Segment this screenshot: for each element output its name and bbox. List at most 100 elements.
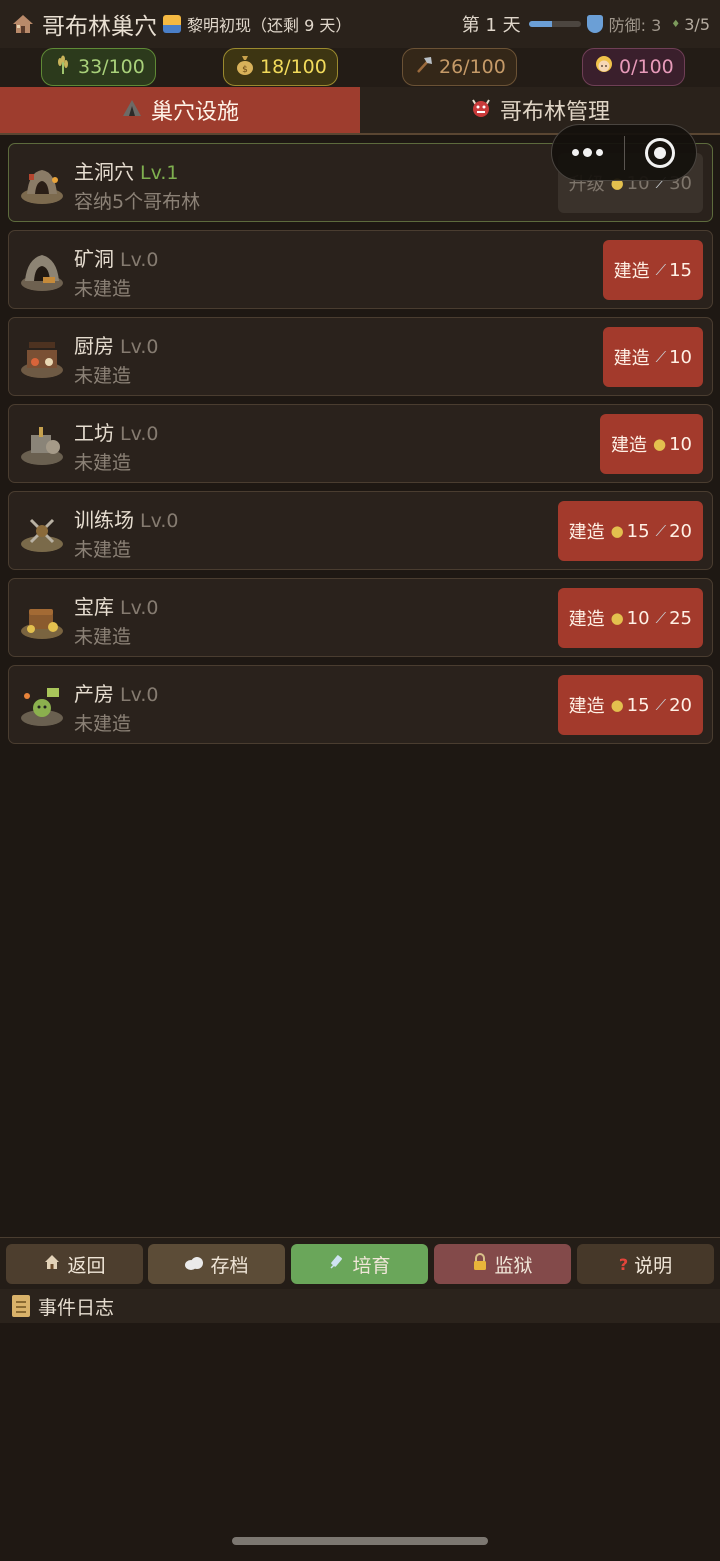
lair-home-icon [10,11,36,37]
build-label: 建造 [568,522,605,543]
top-bar: 哥布林巢穴 黎明初现（还剩 9 天） 第 1 天 防御: 3 ♦ 3/5 [0,0,720,48]
cloud-icon [184,1255,204,1274]
build-label: 建造 [568,696,605,717]
goblin-population-icon: ♦ [671,18,681,30]
building-level: Lv.0 [120,423,159,445]
target-close-icon [645,137,676,168]
building-level: Lv.1 [140,162,179,184]
event-log-title: 事件日志 [38,1296,115,1319]
building-desc: 未建造 [74,626,132,648]
help-button[interactable]: ? 说明 [577,1244,714,1284]
cost-gold: ● 15 [610,520,650,542]
building-card-workshop: 工坊 Lv.0 未建造 建造 ● 10 [8,404,713,483]
more-dot-icon [572,149,580,156]
save-button[interactable]: 存档 [148,1244,285,1284]
population-value: 3/5 [684,14,710,34]
building-card-mine: 矿洞 Lv.0 未建造 建造 ⟋ 15 [8,230,713,309]
grain-value: 33/100 [78,56,145,78]
action-bar: 返回 存档 培育 监狱 ? 说明 [0,1237,720,1289]
building-card-nursery: 产房 Lv.0 未建造 建造 ● 15 ⟋ 20 [8,665,713,744]
syringe-icon [328,1253,346,1275]
defense-value: 防御: 3 [608,16,662,35]
building-name: 矿洞 Lv.0 [74,247,159,271]
day-progress-bar [528,21,581,27]
building-level: Lv.0 [120,336,159,358]
cost-gold: ● 10 [610,607,650,629]
tab-lair-facilities-label: 巢穴设施 [150,100,239,125]
training-ground-icon [21,518,63,552]
day-counter: 第 1 天 [461,15,521,36]
building-name: 产房 Lv.0 [74,682,159,706]
gold-resource: $ 18/100 [223,48,338,86]
prison-label: 监狱 [494,1254,533,1277]
building-name: 工坊 Lv.0 [74,421,159,445]
workshop-icon [21,427,63,465]
kitchen-icon [21,342,63,378]
money-bag-icon: ● [610,522,624,540]
more-menu-button[interactable] [552,125,624,180]
build-button[interactable]: 建造 ● 15 ⟋ 20 [557,675,703,735]
event-log-header: 事件日志 [0,1289,720,1323]
mine-icon [21,255,63,291]
build-button[interactable]: 建造 ⟋ 10 [602,327,703,387]
back-label: 返回 [67,1254,106,1277]
gold-value: 18/100 [260,56,327,78]
cost-tools: ⟋ 25 [655,607,692,629]
building-desc: 未建造 [74,278,132,300]
cost-tools: ⟋ 20 [655,520,692,542]
building-desc: 未建造 [74,365,132,387]
axe-icon: ⟋ [655,609,667,627]
cost-gold: ● 10 [653,433,692,455]
home-indicator[interactable] [232,1537,488,1545]
grain-resource: 33/100 [41,48,156,86]
building-name: 厨房 Lv.0 [74,334,159,358]
axe-icon: ⟋ [655,696,667,714]
build-label: 建造 [568,609,605,630]
building-level: Lv.0 [120,684,159,706]
captives-resource: 0/100 [582,48,685,86]
tools-value: 26/100 [439,56,506,78]
more-dot-icon [583,148,593,157]
captive-girl-icon [593,55,615,79]
building-list: 主洞穴 Lv.1 容纳5个哥布林 升级 ● 10 ⟋ 30 矿洞 Lv.0 未建造 建造… [8,143,713,752]
tools-resource: 26/100 [402,48,517,86]
build-label: 建造 [613,348,650,369]
tab-lair-facilities[interactable]: 巢穴设施 [0,87,360,133]
scroll-icon [12,1295,30,1317]
help-label: 说明 [634,1254,673,1277]
building-level: Lv.0 [120,597,159,619]
time-phase: 黎明初现（还剩 9 天） [187,16,352,35]
building-level: Lv.0 [120,249,159,271]
tent-icon [121,98,143,123]
miniprogram-capsule [551,124,697,181]
shield-icon [586,15,603,33]
question-mark-icon: ? [618,1254,629,1274]
event-log-panel[interactable] [0,1323,720,1561]
back-button[interactable]: 返回 [6,1244,143,1284]
axe-icon [413,55,435,79]
cost-tools: ⟋ 10 [655,346,692,368]
cost-gold: ● 15 [610,694,650,716]
build-button[interactable]: 建造 ● 10 [600,414,703,474]
prison-button[interactable]: 监狱 [434,1244,571,1284]
axe-icon: ⟋ [655,261,667,279]
building-card-treasury: 宝库 Lv.0 未建造 建造 ● 10 ⟋ 25 [8,578,713,657]
build-label: 建造 [613,261,650,282]
house-icon [43,1253,61,1275]
svg-text:$: $ [242,65,248,75]
building-desc: 未建造 [74,713,132,735]
close-miniprogram-button[interactable] [625,125,697,180]
money-bag-icon: $ [234,54,256,80]
day-progress-fill [528,21,552,27]
build-button[interactable]: 建造 ⟋ 15 [602,240,703,300]
breed-button[interactable]: 培育 [291,1244,428,1284]
building-desc: 未建造 [74,539,132,561]
building-name: 训练场 Lv.0 [74,508,179,532]
tab-goblin-management-label: 哥布林管理 [499,100,610,125]
build-button[interactable]: 建造 ● 15 ⟋ 20 [557,501,703,561]
build-button[interactable]: 建造 ● 10 ⟋ 25 [557,588,703,648]
build-label: 建造 [611,435,647,456]
building-name: 主洞穴 Lv.1 [74,160,179,184]
breed-label: 培育 [352,1254,391,1277]
axe-icon: ⟋ [655,348,667,366]
